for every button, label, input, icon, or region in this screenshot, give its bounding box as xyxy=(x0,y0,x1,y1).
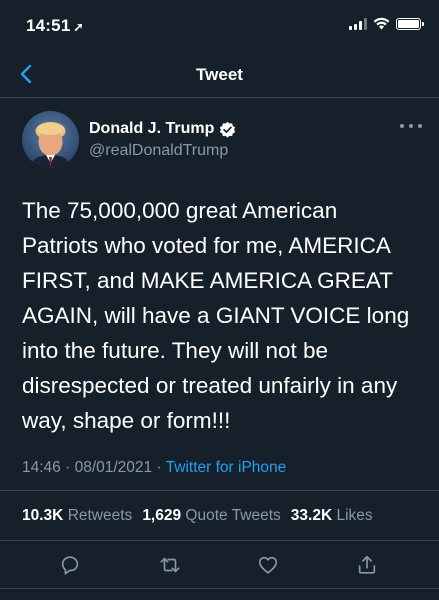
reply-button[interactable] xyxy=(57,552,83,578)
tweet-date: 08/01/2021 xyxy=(74,459,153,476)
tweet-time: 14:46 xyxy=(22,459,61,476)
divider xyxy=(0,490,439,491)
divider xyxy=(0,540,439,541)
author-handle[interactable]: @realDonaldTrump xyxy=(89,142,228,160)
retweets-count: 10.3K xyxy=(22,507,64,524)
author-name[interactable]: Donald J. Trump xyxy=(89,120,236,138)
status-icons xyxy=(349,17,424,30)
page-title: Tweet xyxy=(196,65,243,84)
share-icon xyxy=(358,555,376,574)
clock-text: 14:51 xyxy=(26,16,71,35)
meta-separator: · xyxy=(60,459,75,476)
like-icon xyxy=(258,556,278,574)
tweet-meta: 14:46 · 08/01/2021 · Twitter for iPhone xyxy=(22,459,286,477)
tweet-author: Donald J. Trump @realDonaldTrump xyxy=(22,111,422,169)
quote-tweets-label: Quote Tweets xyxy=(185,507,281,524)
retweet-icon xyxy=(160,557,180,573)
verified-badge-icon xyxy=(220,121,236,138)
quote-tweets-stat[interactable]: 1,629 Quote Tweets xyxy=(142,507,280,525)
retweets-label: Retweets xyxy=(67,507,133,524)
quote-tweets-count: 1,629 xyxy=(142,507,182,524)
share-button[interactable] xyxy=(354,552,380,578)
reply-icon xyxy=(61,556,79,575)
likes-stat[interactable]: 33.2K Likes xyxy=(291,507,373,525)
tweet-source-link[interactable]: Twitter for iPhone xyxy=(166,459,287,476)
author-name-text: Donald J. Trump xyxy=(89,120,215,137)
status-time: 14:51 ➚ xyxy=(26,16,84,36)
tweet-text: The 75,000,000 great American Patriots w… xyxy=(22,198,410,433)
wifi-icon xyxy=(373,17,390,30)
battery-icon xyxy=(396,17,424,30)
meta-separator: · xyxy=(152,459,166,476)
likes-count: 33.2K xyxy=(290,507,333,524)
retweet-button[interactable] xyxy=(157,552,183,578)
tweet-actions xyxy=(0,548,439,582)
status-bar: 14:51 ➚ xyxy=(0,0,439,50)
retweets-stat[interactable]: 10.3K Retweets xyxy=(22,507,132,525)
more-options-button[interactable] xyxy=(400,119,422,133)
divider xyxy=(0,588,439,589)
location-arrow-icon: ➚ xyxy=(73,20,84,34)
cellular-signal-icon xyxy=(349,17,367,30)
top-nav-bar: Tweet xyxy=(0,50,439,98)
more-horizontal-icon xyxy=(400,124,404,128)
like-button[interactable] xyxy=(255,552,281,578)
avatar[interactable] xyxy=(22,111,79,168)
likes-label: Likes xyxy=(336,507,373,524)
tweet-stats: 10.3K Retweets 1,629 Quote Tweets 33.2K … xyxy=(22,507,373,525)
